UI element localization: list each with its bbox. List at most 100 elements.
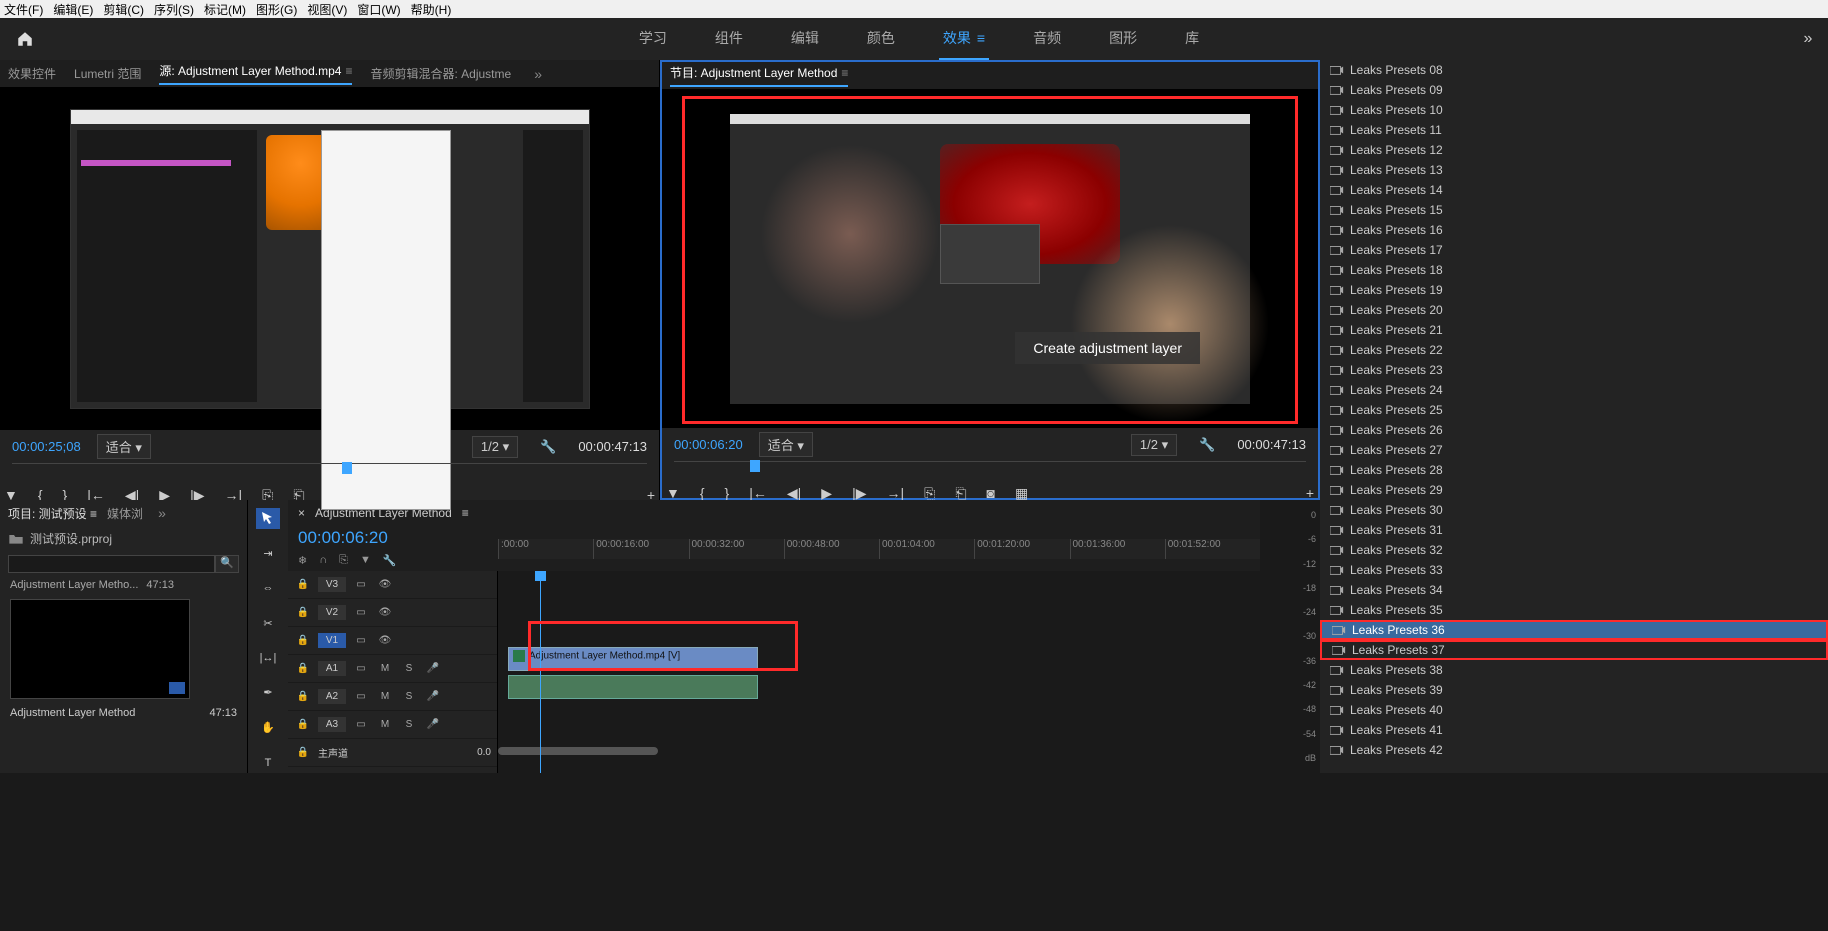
preset-item[interactable]: Leaks Presets 17 <box>1320 240 1828 260</box>
track-label[interactable]: A2 <box>318 689 346 704</box>
preset-item[interactable]: Leaks Presets 12 <box>1320 140 1828 160</box>
track-sync-icon[interactable]: ▭ <box>352 719 370 730</box>
preset-item[interactable]: Leaks Presets 18 <box>1320 260 1828 280</box>
preset-item[interactable]: Leaks Presets 11 <box>1320 120 1828 140</box>
ws-libraries[interactable]: 库 <box>1181 18 1203 60</box>
track-lock-icon[interactable]: 🔒 <box>294 579 312 590</box>
tool-slip[interactable]: |↔| <box>256 648 280 669</box>
project-search-button[interactable]: 🔍 <box>215 555 239 573</box>
track-header-a1[interactable]: 🔒A1▭MS🎤 <box>288 655 497 683</box>
timeline-h-scrollbar[interactable] <box>498 747 1250 757</box>
audio-clip-a1[interactable] <box>508 675 758 699</box>
menu-clip[interactable]: 剪辑(C) <box>103 1 144 18</box>
preset-item[interactable]: Leaks Presets 14 <box>1320 180 1828 200</box>
preset-item[interactable]: Leaks Presets 25 <box>1320 400 1828 420</box>
track-sync-icon[interactable]: ▭ <box>352 607 370 618</box>
track-label[interactable]: V2 <box>318 605 346 620</box>
menu-edit[interactable]: 编辑(E) <box>53 1 93 18</box>
program-fit-dropdown[interactable]: 适合 ▾ <box>759 432 813 457</box>
tool-razor[interactable]: ✂ <box>256 613 280 634</box>
track-label[interactable]: A3 <box>318 717 346 732</box>
track-voice-icon[interactable]: 🎤 <box>424 719 442 730</box>
track-lock-icon[interactable]: 🔒 <box>294 691 312 702</box>
preset-item[interactable]: Leaks Presets 22 <box>1320 340 1828 360</box>
preset-item[interactable]: Leaks Presets 38 <box>1320 660 1828 680</box>
tool-pen[interactable]: ✒ <box>256 682 280 703</box>
track-label[interactable]: A1 <box>318 661 346 676</box>
source-scrubber[interactable] <box>12 463 647 483</box>
track-voice-icon[interactable]: 🎤 <box>424 691 442 702</box>
preset-item[interactable]: Leaks Presets 40 <box>1320 700 1828 720</box>
tab-effect-controls[interactable]: 效果控件 <box>8 65 56 82</box>
tabs-overflow-icon[interactable]: » <box>529 66 547 82</box>
preset-item[interactable]: Leaks Presets 20 <box>1320 300 1828 320</box>
track-header-a3[interactable]: 🔒A3▭MS🎤 <box>288 711 497 739</box>
preset-item[interactable]: Leaks Presets 24 <box>1320 380 1828 400</box>
panel-menu-icon[interactable]: ≡ <box>462 506 469 520</box>
tl-link-icon[interactable]: ⎘ <box>339 554 348 567</box>
tab-program[interactable]: 节目: Adjustment Layer Method≡ <box>670 64 848 87</box>
source-tc-left[interactable]: 00:00:25;08 <box>12 439 81 454</box>
tl-marker-icon[interactable]: ▼ <box>360 554 371 567</box>
tool-hand[interactable]: ✋ <box>256 717 280 738</box>
track-solo-icon[interactable]: S <box>400 719 418 730</box>
program-monitor-view[interactable]: Create adjustment layer <box>662 90 1318 428</box>
preset-item[interactable]: Leaks Presets 08 <box>1320 60 1828 80</box>
track-mute-icon[interactable]: M <box>376 691 394 702</box>
ws-edit[interactable]: 编辑 <box>787 18 823 60</box>
project-search-input[interactable] <box>8 555 215 573</box>
track-toggle-output-icon[interactable]: 👁 <box>376 635 394 646</box>
menu-window[interactable]: 窗口(W) <box>357 1 400 18</box>
preset-item[interactable]: Leaks Presets 10 <box>1320 100 1828 120</box>
preset-item[interactable]: Leaks Presets 19 <box>1320 280 1828 300</box>
source-settings-icon[interactable]: 🔧 <box>540 439 556 455</box>
track-toggle-output-icon[interactable]: 👁 <box>376 579 394 590</box>
preset-item[interactable]: Leaks Presets 41 <box>1320 720 1828 740</box>
track-toggle-output-icon[interactable]: 👁 <box>376 607 394 618</box>
preset-item[interactable]: Leaks Presets 27 <box>1320 440 1828 460</box>
preset-item[interactable]: Leaks Presets 13 <box>1320 160 1828 180</box>
menu-graphics[interactable]: 图形(G) <box>256 1 297 18</box>
ws-assembly[interactable]: 组件 <box>711 18 747 60</box>
tracks-area[interactable]: Adjustment Layer Method.mp4 [V] <box>498 571 1260 773</box>
home-button[interactable] <box>0 18 50 60</box>
timeline-ruler[interactable]: :00:0000:00:16:0000:00:32:0000:00:48:000… <box>498 539 1260 559</box>
track-mute-icon[interactable]: M <box>376 663 394 674</box>
tl-magnet-icon[interactable]: ∩ <box>319 554 327 567</box>
menu-file[interactable]: 文件(F) <box>4 1 43 18</box>
tab-source[interactable]: 源: Adjustment Layer Method.mp4≡ <box>159 62 352 85</box>
project-item-thumb[interactable] <box>10 599 190 699</box>
preset-item[interactable]: Leaks Presets 35 <box>1320 600 1828 620</box>
preset-item[interactable]: Leaks Presets 26 <box>1320 420 1828 440</box>
source-res-dropdown[interactable]: 1/2 ▾ <box>472 436 518 458</box>
program-scrubber[interactable] <box>674 461 1306 481</box>
preset-item[interactable]: Leaks Presets 15 <box>1320 200 1828 220</box>
ws-effects[interactable]: 效果≡ <box>939 18 989 60</box>
preset-item[interactable]: Leaks Presets 21 <box>1320 320 1828 340</box>
track-header-a2[interactable]: 🔒A2▭MS🎤 <box>288 683 497 711</box>
track-lock-icon[interactable]: 🔒 <box>294 719 312 730</box>
track-sync-icon[interactable]: ▭ <box>352 579 370 590</box>
track-lock-icon[interactable]: 🔒 <box>294 635 312 646</box>
preset-item[interactable]: Leaks Presets 16 <box>1320 220 1828 240</box>
ws-color[interactable]: 颜色 <box>863 18 899 60</box>
program-playhead-icon[interactable] <box>750 460 760 472</box>
track-solo-icon[interactable]: S <box>400 663 418 674</box>
track-solo-icon[interactable]: S <box>400 691 418 702</box>
effects-presets-panel[interactable]: Leaks Presets 08Leaks Presets 09Leaks Pr… <box>1320 60 1828 773</box>
preset-item[interactable]: Leaks Presets 09 <box>1320 80 1828 100</box>
tab-audio-mixer[interactable]: 音频剪辑混合器: Adjustme <box>370 65 511 82</box>
project-item-header[interactable]: Adjustment Layer Metho... 47:13 <box>0 577 247 593</box>
program-tc-left[interactable]: 00:00:06:20 <box>674 437 743 452</box>
timeline-close-icon[interactable]: × <box>298 506 305 520</box>
menu-marker[interactable]: 标记(M) <box>204 1 246 18</box>
ws-learn[interactable]: 学习 <box>635 18 671 60</box>
track-sync-icon[interactable]: ▭ <box>352 635 370 646</box>
track-lock-icon[interactable]: 🔒 <box>294 663 312 674</box>
ws-overflow-button[interactable]: » <box>1788 30 1828 48</box>
menu-help[interactable]: 帮助(H) <box>411 1 452 18</box>
program-settings-icon[interactable]: 🔧 <box>1199 437 1215 453</box>
tab-media-browser[interactable]: 媒体浏 <box>107 505 143 522</box>
panel-menu-icon[interactable]: ≡ <box>841 66 848 80</box>
track-master[interactable]: 🔒主声道0.0 <box>288 739 497 767</box>
